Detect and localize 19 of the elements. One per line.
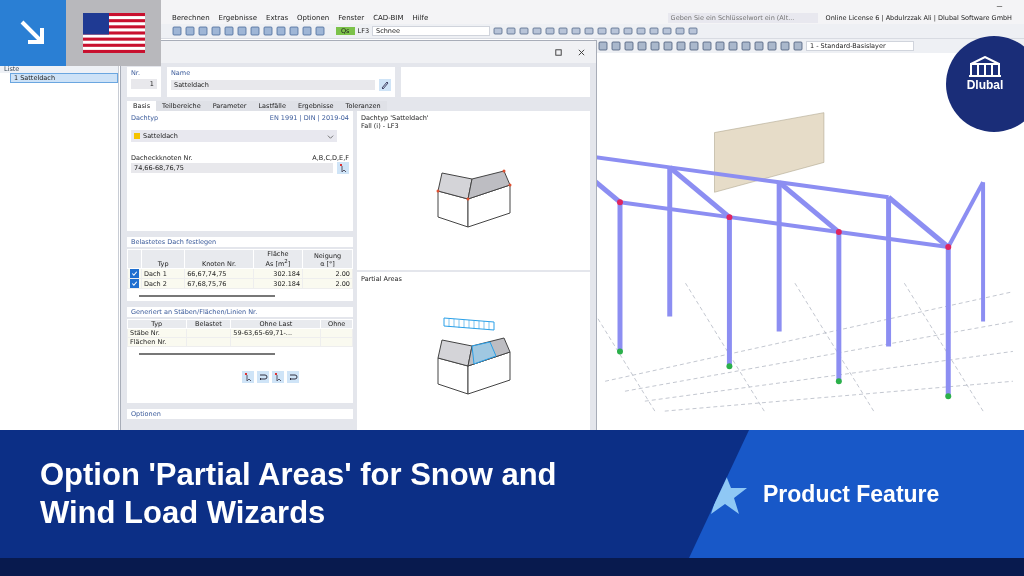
pick-button[interactable] [241,371,254,384]
pick-button[interactable] [337,162,349,174]
bridge-icon [968,56,1002,78]
close-icon[interactable] [577,47,586,57]
checkbox[interactable] [130,279,139,289]
undo-button[interactable] [256,371,269,384]
edit-button[interactable] [379,79,391,91]
undo-button[interactable] [286,371,299,384]
maximize-icon[interactable] [554,47,563,57]
scrollbar[interactable] [139,295,275,298]
pick-button[interactable] [271,371,284,384]
square-icon [134,133,140,139]
checkbox[interactable] [130,269,139,279]
chevron-down-icon [327,132,334,140]
logo-text: Dlubal [966,78,1004,92]
banner-title: Option 'Partial Areas' for Snow and Wind Load Wizards [39,456,558,532]
scrollbar[interactable] [139,353,275,356]
flag-icon [82,13,145,53]
feature-label: Product Feature [763,480,940,508]
